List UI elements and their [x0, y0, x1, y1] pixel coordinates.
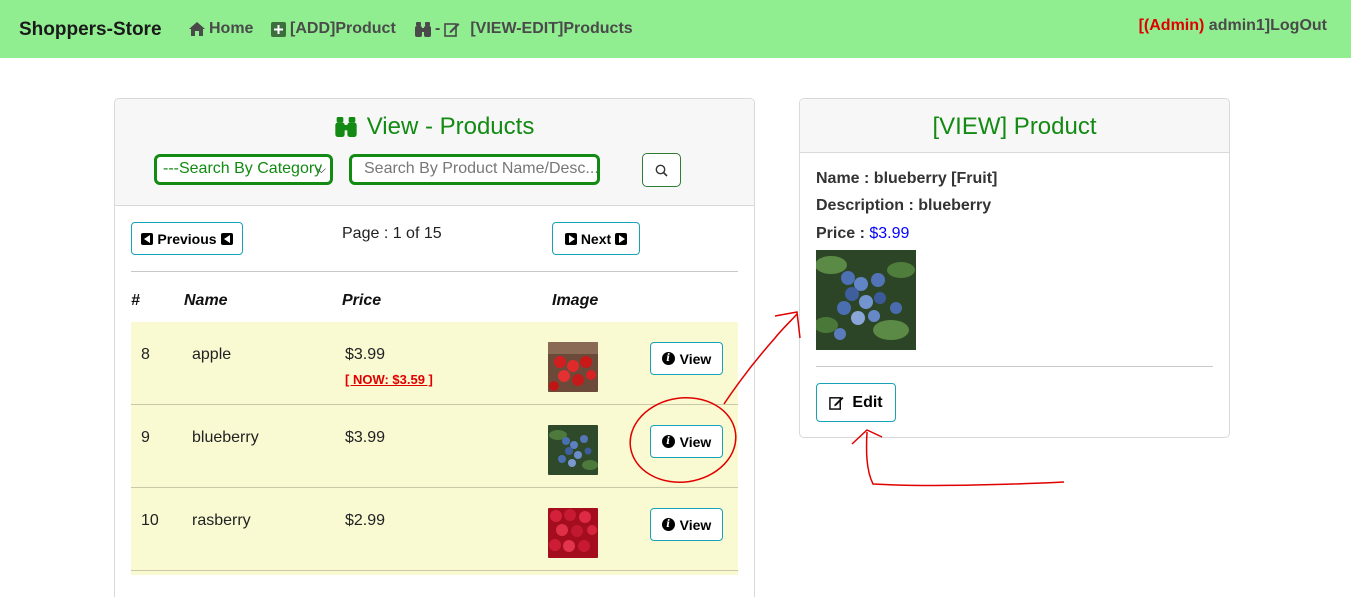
column-header-price: Price	[342, 292, 382, 309]
price-value: $3.99	[869, 225, 910, 242]
edit-label: Edit	[852, 393, 883, 411]
row-price: $2.99	[345, 512, 386, 529]
raspberry-thumbnail	[548, 508, 598, 558]
next-button[interactable]: Next	[552, 222, 640, 255]
table-row: 10 rasberry $2.99 i View	[131, 488, 738, 571]
products-list-card: View - Products ---Search By Category ⌵ …	[114, 98, 755, 597]
nav-separator: -	[435, 20, 441, 37]
products-list-title: View - Products	[115, 113, 754, 141]
products-list-title-text: View - Products	[366, 113, 535, 140]
page-indicator: Page : 1 of 15	[342, 225, 442, 242]
admin-badge: (Admin)	[1143, 17, 1205, 34]
table-row: 9 blueberry $3.99 i View	[131, 405, 738, 488]
category-select[interactable]: ---Search By Category ⌵	[154, 154, 333, 185]
user-logout-label: admin1]LogOut	[1204, 17, 1327, 34]
annotation-arrow-edit	[865, 431, 1065, 487]
view-label: View	[679, 433, 712, 450]
row-name: rasberry	[192, 512, 251, 529]
caret-right-icon	[564, 232, 577, 245]
nav-view-edit-label: [VIEW-EDIT]Products	[470, 20, 633, 37]
previous-label: Previous	[157, 230, 217, 247]
binoculars-icon	[335, 117, 357, 137]
divider	[816, 366, 1213, 367]
view-button[interactable]: i View	[650, 425, 723, 458]
row-name: apple	[192, 346, 232, 363]
table-row: 8 apple $3.99 [ NOW: $3.59 ] i View	[131, 322, 738, 405]
view-label: View	[679, 350, 712, 367]
row-price: $3.99	[345, 346, 386, 363]
nav-home-link[interactable]: Home	[189, 20, 253, 38]
home-icon	[189, 22, 205, 36]
product-detail-card: [VIEW] Product Name : blueberry [Fruit] …	[799, 98, 1230, 438]
nav-add-product-label: [ADD]Product	[290, 20, 396, 37]
annotation-arrowhead-up	[774, 311, 801, 339]
divider	[131, 271, 738, 272]
row-price: $3.99	[345, 429, 386, 446]
brand-logo[interactable]: Shoppers-Store	[19, 19, 162, 41]
category-select-value: ---Search By Category	[163, 160, 323, 177]
view-button[interactable]: i View	[650, 508, 723, 541]
nav-view-edit-products-link[interactable]: - [VIEW-EDIT]Products	[415, 20, 633, 38]
view-button[interactable]: i View	[650, 342, 723, 375]
row-id: 9	[141, 429, 150, 446]
edit-icon	[829, 395, 844, 410]
top-navbar: Shoppers-Store Home [ADD]Product - [VIEW…	[0, 0, 1351, 58]
edit-icon	[444, 21, 460, 37]
price-label: Price :	[816, 225, 870, 242]
user-logout-link[interactable]: [(Admin) admin1]LogOut	[1139, 17, 1327, 35]
previous-button[interactable]: Previous	[131, 222, 243, 255]
info-icon: i	[661, 435, 675, 448]
product-price-line: Price : $3.99	[816, 225, 909, 243]
binoculars-icon	[415, 21, 431, 37]
row-id: 10	[141, 512, 159, 529]
info-icon: i	[661, 352, 675, 365]
row-name: blueberry	[192, 429, 259, 446]
column-header-name: Name	[184, 292, 228, 309]
nav-add-product-link[interactable]: [ADD]Product	[271, 20, 396, 38]
row-id: 8	[141, 346, 150, 363]
next-label: Next	[580, 230, 612, 247]
product-description-line: Description : blueberry	[816, 197, 992, 214]
caret-left-icon	[141, 232, 154, 245]
products-table-body: 8 apple $3.99 [ NOW: $3.59 ] i View 9 bl…	[131, 322, 738, 575]
sale-price-link[interactable]: [ NOW: $3.59 ]	[345, 372, 433, 387]
chevron-down-icon: ⌵	[316, 162, 326, 176]
search-button[interactable]	[642, 153, 681, 187]
caret-right-icon	[615, 232, 628, 245]
product-detail-header: [VIEW] Product	[800, 99, 1229, 153]
view-label: View	[679, 516, 712, 533]
products-list-header: View - Products ---Search By Category ⌵ …	[115, 99, 754, 206]
product-detail-title: [VIEW] Product	[932, 113, 1097, 140]
search-input[interactable]: Search By Product Name/Desc...	[349, 154, 600, 185]
apple-thumbnail	[548, 342, 598, 392]
caret-left-icon	[220, 232, 233, 245]
edit-button[interactable]: Edit	[816, 383, 896, 422]
blueberry-thumbnail	[548, 425, 598, 475]
plus-square-icon	[271, 21, 286, 37]
product-name-line: Name : blueberry [Fruit]	[816, 170, 998, 187]
column-header-image: Image	[552, 292, 599, 309]
column-header-id: #	[131, 292, 140, 309]
nav-home-label: Home	[209, 20, 254, 37]
product-image	[816, 250, 916, 350]
search-icon	[655, 164, 668, 177]
info-icon: i	[661, 518, 675, 531]
search-placeholder: Search By Product Name/Desc...	[364, 160, 599, 177]
